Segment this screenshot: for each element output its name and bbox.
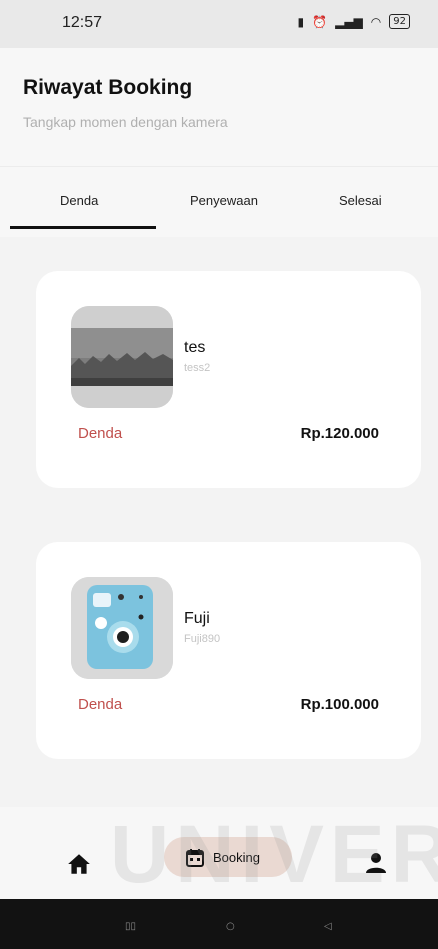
status-bar: 12:57 ▮ ⏰ ▂▄▆ ◠ 92 bbox=[0, 0, 438, 48]
booking-thumbnail bbox=[71, 306, 173, 408]
bottom-nav: Booking bbox=[0, 807, 438, 899]
user-icon[interactable] bbox=[364, 851, 388, 875]
item-code: tess2 bbox=[184, 362, 211, 374]
status-icons: ▮ ⏰ ▂▄▆ ◠ 92 bbox=[298, 14, 410, 29]
price-label: Rp.120.000 bbox=[300, 425, 379, 442]
wifi-icon: ◠ bbox=[370, 14, 382, 29]
booking-card[interactable]: Fuji Fuji890 Denda Rp.100.000 bbox=[36, 542, 421, 759]
foggy-forest-image bbox=[71, 306, 173, 408]
nav-booking-label[interactable]: Booking bbox=[213, 850, 260, 865]
system-nav-bar: ▯▯ ○ ◁ bbox=[0, 899, 438, 949]
booking-thumbnail bbox=[71, 577, 173, 679]
recent-apps-icon[interactable]: ▯▯ bbox=[125, 921, 136, 932]
calendar-icon[interactable] bbox=[185, 848, 205, 868]
signal-icon: ▂▄▆ bbox=[335, 14, 363, 29]
back-icon[interactable]: ◁ bbox=[324, 921, 332, 932]
page-header: Riwayat Booking Tangkap momen dengan kam… bbox=[0, 48, 438, 166]
tab-denda[interactable]: Denda bbox=[60, 193, 98, 208]
tab-selesai[interactable]: Selesai bbox=[339, 193, 382, 208]
booking-list: tes tess2 Denda Rp.120.000 Fuji Fuji890 … bbox=[0, 237, 438, 807]
item-code: Fuji890 bbox=[184, 633, 221, 645]
page-subtitle: Tangkap momen dengan kamera bbox=[23, 114, 228, 130]
status-label: Denda bbox=[78, 696, 123, 713]
page-title: Riwayat Booking bbox=[23, 76, 193, 99]
price-label: Rp.100.000 bbox=[300, 696, 379, 713]
home-button-icon[interactable]: ○ bbox=[226, 921, 235, 932]
battery-icon: 92 bbox=[389, 14, 410, 29]
home-icon[interactable] bbox=[66, 851, 92, 877]
status-label: Denda bbox=[78, 425, 123, 442]
alarm-icon: ⏰ bbox=[312, 14, 328, 29]
tab-indicator bbox=[10, 226, 156, 229]
status-time: 12:57 bbox=[62, 14, 103, 31]
vibrate-icon: ▮ bbox=[297, 14, 305, 29]
tab-bar: Denda Penyewaan Selesai bbox=[0, 166, 438, 238]
instax-camera-image bbox=[71, 577, 173, 679]
item-name: tes bbox=[184, 339, 206, 356]
item-name: Fuji bbox=[184, 610, 210, 627]
booking-card[interactable]: tes tess2 Denda Rp.120.000 bbox=[36, 271, 421, 488]
tab-penyewaan[interactable]: Penyewaan bbox=[190, 193, 258, 208]
